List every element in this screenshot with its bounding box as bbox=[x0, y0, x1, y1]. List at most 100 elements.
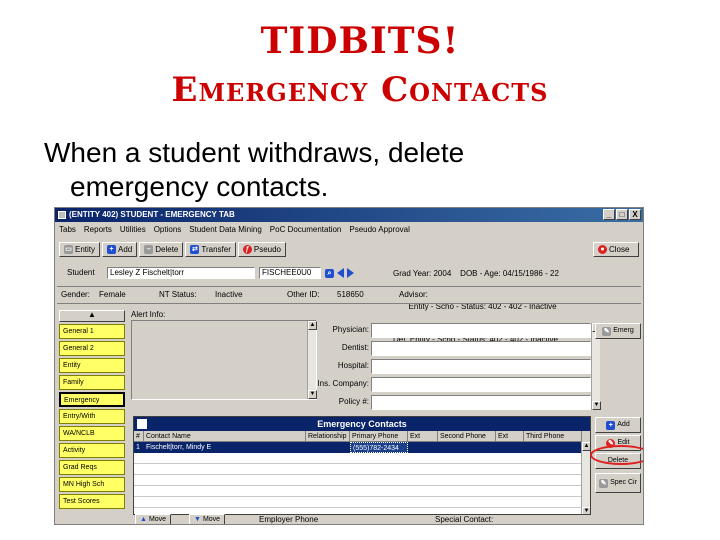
physician-field[interactable] bbox=[371, 323, 591, 338]
entity-button[interactable]: ▭ Entity bbox=[59, 242, 101, 257]
ins-company-field[interactable] bbox=[371, 377, 591, 392]
delete-icon: – bbox=[144, 245, 154, 254]
gender-label: Gender: bbox=[61, 290, 90, 299]
divider bbox=[57, 303, 641, 304]
col-third-phone[interactable]: Third Phone bbox=[524, 431, 582, 442]
move-down-button[interactable]: ▼ Move bbox=[189, 514, 226, 524]
menu-tabs[interactable]: Tabs bbox=[59, 223, 76, 236]
tab-test-scores[interactable]: Test Scores bbox=[59, 494, 125, 509]
row-second-phone bbox=[438, 442, 496, 453]
contacts-grid-header: # Contact Name Relationship Primary Phon… bbox=[134, 431, 590, 442]
add-button[interactable]: + Add bbox=[102, 242, 138, 257]
employer-phone-label: Employer Phone bbox=[259, 515, 319, 524]
tab-general-2[interactable]: General 2 bbox=[59, 341, 125, 356]
slide-title-line1: TIDBITS! bbox=[260, 20, 460, 62]
grid-scrollbar[interactable]: ▲ ▼ bbox=[581, 442, 590, 514]
grid-empty-rows bbox=[134, 453, 590, 514]
tab-entity[interactable]: Entity bbox=[59, 358, 125, 373]
menu-pseudo-approval[interactable]: Pseudo Approval bbox=[349, 223, 410, 236]
delete-highlight-circle bbox=[590, 445, 643, 465]
tab-activity[interactable]: Activity bbox=[59, 443, 125, 458]
entity-icon: ▭ bbox=[64, 245, 73, 254]
move-up-button[interactable]: ▲ Move bbox=[135, 514, 172, 524]
dentist-label: Dentist: bbox=[341, 343, 369, 352]
gender-value: Female bbox=[99, 290, 126, 299]
physician-label: Physician: bbox=[332, 325, 369, 334]
table-row[interactable]: 1 Fischelt|torr, Mindy E (555)782-2434 bbox=[134, 442, 590, 453]
col-contact-name[interactable]: Contact Name bbox=[144, 431, 306, 442]
policy-label: Policy #: bbox=[338, 397, 369, 406]
advisor-label: Advisor: bbox=[399, 290, 428, 299]
menu-utilities[interactable]: Utilities bbox=[120, 223, 146, 236]
col-relationship[interactable]: Relationship bbox=[306, 431, 350, 442]
student-name-field[interactable]: Lesley Z Fischelt|torr bbox=[107, 267, 255, 279]
emerg-button[interactable]: ✎ Emerg bbox=[595, 323, 641, 339]
scroll-down-icon[interactable]: ▼ bbox=[592, 401, 601, 410]
window-titlebar[interactable]: (ENTITY 402) STUDENT - EMERGENCY TAB _ □… bbox=[55, 208, 643, 222]
next-arrow-icon[interactable] bbox=[347, 268, 354, 278]
hospital-label: Hospital: bbox=[337, 361, 369, 370]
grid-bottom-bar: ▲ Move ▼ Move Employer Phone Special Conta… bbox=[133, 514, 643, 524]
tab-mn-high-sch[interactable]: MN High Sch bbox=[59, 477, 125, 492]
col-num[interactable]: # bbox=[134, 431, 144, 442]
prev-arrow-icon[interactable] bbox=[337, 268, 344, 278]
menu-data-mining[interactable]: Student Data Mining bbox=[189, 223, 262, 236]
bullet-text: When a student withdraws, delete emergen… bbox=[44, 136, 604, 204]
arrow-down-icon: ▼ bbox=[194, 516, 201, 523]
col-ext[interactable]: Ext bbox=[408, 431, 438, 442]
window-title: (ENTITY 402) STUDENT - EMERGENCY TAB bbox=[69, 210, 235, 219]
grid-icon bbox=[137, 419, 147, 429]
scroll-up-icon[interactable]: ▲ bbox=[582, 442, 590, 451]
tab-wa-nclb[interactable]: WA/NCLB bbox=[59, 426, 125, 441]
edit-icon: ✎ bbox=[602, 326, 612, 336]
transfer-icon: ⇄ bbox=[190, 245, 200, 254]
menu-options[interactable]: Options bbox=[154, 223, 182, 236]
divider bbox=[57, 286, 641, 287]
slide-title-line2: Emergency Contacts bbox=[171, 70, 549, 110]
alert-info-box[interactable]: ▲ ▼ bbox=[131, 320, 317, 400]
menu-poc-documentation[interactable]: PoC Documentation bbox=[270, 223, 342, 236]
delete-button[interactable]: – Delete bbox=[139, 242, 184, 257]
nav-scroll-up[interactable]: ▲ bbox=[59, 310, 125, 322]
tab-nav: ▲ General 1 General 2 Entity Family Emer… bbox=[59, 310, 125, 509]
col-ext2[interactable]: Ext bbox=[496, 431, 524, 442]
row-third-phone bbox=[524, 442, 582, 453]
col-second-phone[interactable]: Second Phone bbox=[438, 431, 496, 442]
minimize-button[interactable]: _ bbox=[603, 209, 615, 220]
spec-icon: ✎ bbox=[599, 478, 609, 488]
menu-bar: Tabs Reports Utilities Options Student D… bbox=[55, 223, 643, 236]
pseudo-icon: ƒ bbox=[242, 245, 252, 254]
menu-reports[interactable]: Reports bbox=[84, 223, 112, 236]
student-code-field[interactable]: FISCHEE0U0 bbox=[259, 267, 321, 279]
add-contact-button[interactable]: + Add bbox=[595, 417, 641, 433]
pseudo-button[interactable]: ƒ Pseudo bbox=[237, 242, 287, 257]
search-icon[interactable]: ⌕ bbox=[325, 269, 334, 278]
tab-family[interactable]: Family bbox=[59, 375, 125, 390]
scroll-down-icon[interactable]: ▼ bbox=[308, 390, 317, 399]
tab-general-1[interactable]: General 1 bbox=[59, 324, 125, 339]
transfer-button[interactable]: ⇄ Transfer bbox=[185, 242, 236, 257]
spec-cir-button[interactable]: ✎ Spec Cir bbox=[595, 473, 641, 493]
dentist-field[interactable] bbox=[371, 341, 591, 356]
special-contact-label: Special Contact: bbox=[435, 515, 494, 524]
ins-company-label: Ins. Company: bbox=[317, 379, 369, 388]
hospital-field[interactable] bbox=[371, 359, 591, 374]
nt-status-label: NT Status: bbox=[159, 290, 197, 299]
close-window-button[interactable]: X bbox=[629, 209, 641, 220]
maximize-button[interactable]: □ bbox=[616, 209, 628, 220]
scroll-down-icon[interactable]: ▼ bbox=[582, 507, 590, 514]
emergency-contacts-grid: Emergency Contacts # Contact Name Relati… bbox=[133, 416, 591, 515]
close-button[interactable]: ● Close bbox=[593, 242, 639, 257]
scroll-up-icon[interactable]: ▲ bbox=[308, 321, 317, 330]
bullet-line1: When a student withdraws, delete bbox=[44, 137, 465, 168]
row-contact-name: Fischelt|torr, Mindy E bbox=[146, 444, 212, 451]
row-primary-phone: (555)782-2434 bbox=[350, 442, 408, 453]
row-num: 1 bbox=[136, 444, 140, 451]
tab-entry-with[interactable]: Entry/With bbox=[59, 409, 125, 424]
policy-field[interactable] bbox=[371, 395, 591, 410]
tab-emergency[interactable]: Emergency bbox=[59, 392, 125, 407]
col-primary-phone[interactable]: Primary Phone bbox=[350, 431, 408, 442]
other-id-label: Other ID: bbox=[287, 290, 320, 299]
other-id-value: 518650 bbox=[337, 290, 364, 299]
tab-grad-reqs[interactable]: Grad Reqs bbox=[59, 460, 125, 475]
